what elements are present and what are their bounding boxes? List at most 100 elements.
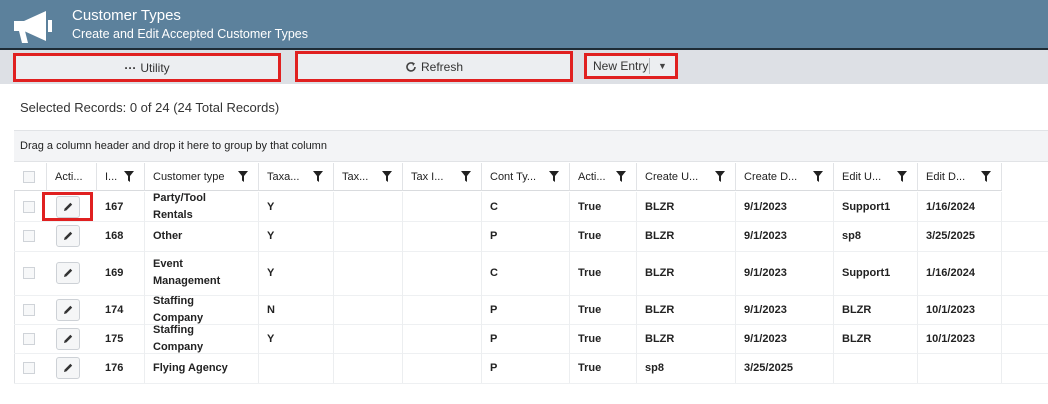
filter-icon[interactable] (124, 171, 134, 182)
edit-button[interactable] (56, 225, 80, 247)
filter-icon[interactable] (981, 171, 991, 182)
cell-active: True (570, 221, 637, 251)
pencil-icon (64, 231, 73, 240)
filter-icon[interactable] (897, 171, 907, 182)
cell-contact-type: P (482, 324, 570, 353)
header-create-date[interactable]: Create D... (736, 163, 834, 191)
cell-tax-id (403, 295, 482, 324)
cell-tax (334, 353, 403, 383)
cell-edit-user: BLZR (834, 324, 918, 353)
group-by-panel[interactable]: Drag a column header and drop it here to… (14, 130, 1048, 162)
row-checkbox[interactable] (23, 230, 35, 242)
cell-tax-id (403, 353, 482, 383)
header-id[interactable]: I... (97, 163, 145, 191)
cell-customer-type: Other (145, 221, 259, 251)
row-checkbox[interactable] (23, 303, 35, 316)
cell-edit-user: BLZR (834, 295, 918, 324)
utility-label: Utility (140, 60, 170, 75)
column-header-label: Tax... (342, 171, 369, 183)
cell-taxable: Y (259, 192, 334, 221)
cell-create-user: BLZR (637, 324, 736, 353)
utility-button[interactable]: ··· Utility (13, 53, 281, 82)
refresh-button[interactable]: Refresh (295, 51, 573, 82)
pencil-icon (64, 334, 73, 343)
group-by-hint: Drag a column header and drop it here to… (20, 140, 327, 152)
pencil-icon (64, 268, 73, 277)
filter-icon[interactable] (238, 171, 248, 182)
caret-down-icon[interactable]: ▼ (650, 61, 675, 71)
cell-id: 175 (97, 324, 145, 353)
column-header-label: Acti... (55, 171, 83, 183)
filter-icon[interactable] (715, 171, 725, 182)
cell-edit-user: Support1 (834, 251, 918, 295)
cell-customer-type: Party/Tool Rentals (145, 192, 259, 221)
cell-tax (334, 251, 403, 295)
cell-edit-date: 1/16/2024 (918, 192, 1002, 221)
row-checkbox[interactable] (23, 200, 35, 213)
row-checkbox[interactable] (23, 332, 35, 345)
header-tax[interactable]: Tax... (334, 163, 403, 191)
edit-button[interactable] (56, 195, 80, 218)
new-entry-splitbutton: New Entry ▼ (584, 53, 678, 79)
header-taxable[interactable]: Taxa... (259, 163, 334, 191)
column-header-label: Create D... (744, 171, 798, 183)
pencil-icon (64, 305, 73, 314)
refresh-label: Refresh (420, 59, 464, 74)
cell-taxable: N (259, 295, 334, 324)
page-title: Customer Types (72, 7, 181, 24)
column-header-label: Customer type (153, 171, 225, 183)
cell-customer-type: Flying Agency (145, 353, 259, 383)
page-header: Customer Types Create and Edit Accepted … (0, 0, 1048, 48)
edit-button[interactable] (56, 327, 80, 350)
header-actions[interactable]: Acti... (47, 163, 97, 191)
row-checkbox[interactable] (23, 362, 35, 374)
header-edit-user[interactable]: Edit U... (834, 163, 918, 191)
filter-icon[interactable] (313, 171, 323, 182)
filter-icon[interactable] (461, 171, 471, 182)
header-active[interactable]: Acti... (570, 163, 637, 191)
cell-id: 174 (97, 295, 145, 324)
select-all-checkbox[interactable] (23, 171, 35, 183)
cell-customer-type: Event Management (145, 251, 259, 295)
cell-tax-id (403, 221, 482, 251)
new-entry-button[interactable]: New Entry (587, 59, 649, 73)
pencil-icon (64, 363, 73, 372)
row-checkbox[interactable] (23, 267, 35, 279)
edit-button[interactable] (56, 298, 80, 321)
column-header-label: Edit D... (926, 171, 966, 183)
app-window: Customer Types Create and Edit Accepted … (0, 0, 1048, 404)
cell-edit-date (918, 353, 1002, 383)
cell-edit-user: Support1 (834, 192, 918, 221)
column-header-label: Create U... (645, 171, 699, 183)
filter-icon[interactable] (549, 171, 559, 182)
header-tax-id[interactable]: Tax I... (403, 163, 482, 191)
column-header-label: Tax I... (411, 171, 444, 183)
cell-contact-type: C (482, 251, 570, 295)
cell-tax (334, 192, 403, 221)
cell-edit-user (834, 353, 918, 383)
header-customer-type[interactable]: Customer type (145, 163, 259, 191)
cell-active: True (570, 192, 637, 221)
cell-create-user: sp8 (637, 353, 736, 383)
cell-contact-type: C (482, 192, 570, 221)
cell-contact-type: P (482, 295, 570, 324)
filter-icon[interactable] (616, 171, 626, 182)
edit-button[interactable] (56, 357, 80, 379)
cell-tax-id (403, 251, 482, 295)
cell-taxable: Y (259, 324, 334, 353)
filter-icon[interactable] (813, 171, 823, 182)
cell-taxable: Y (259, 221, 334, 251)
header-create-user[interactable]: Create U... (637, 163, 736, 191)
cell-customer-type: Staffing Company (145, 324, 259, 353)
filter-icon[interactable] (382, 171, 392, 182)
column-header-label: Cont Ty... (490, 171, 537, 183)
cell-create-user: BLZR (637, 295, 736, 324)
cell-taxable: Y (259, 251, 334, 295)
header-contact-type[interactable]: Cont Ty... (482, 163, 570, 191)
cell-tax-id (403, 192, 482, 221)
column-header-label: Taxa... (267, 171, 300, 183)
pencil-icon (64, 202, 73, 211)
cell-edit-date: 1/16/2024 (918, 251, 1002, 295)
edit-button[interactable] (56, 262, 80, 284)
header-edit-date[interactable]: Edit D... (918, 163, 1002, 191)
